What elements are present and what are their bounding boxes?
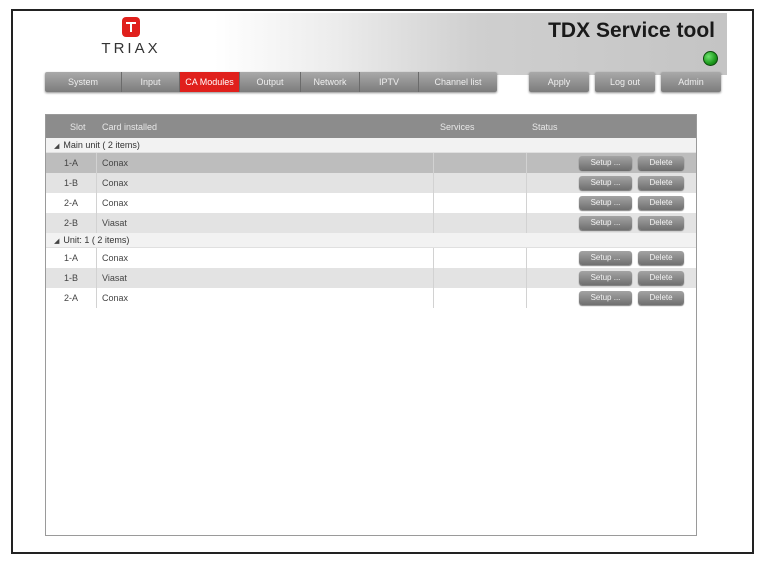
setup-button[interactable]: Setup ... [579, 251, 632, 265]
tab-system[interactable]: System [45, 72, 122, 92]
services-cell [435, 213, 527, 233]
table-body: ◢ Main unit ( 2 items) 1-A Conax Setup ... De… [46, 138, 696, 308]
status-led-icon [703, 51, 718, 66]
services-cell [435, 153, 527, 173]
card-cell: Viasat [97, 213, 434, 233]
collapse-triangle-icon[interactable]: ◢ [54, 143, 59, 150]
col-status[interactable]: Status [532, 122, 558, 132]
services-cell [435, 288, 527, 308]
services-cell [435, 193, 527, 213]
slot-cell: 1-B [46, 268, 97, 288]
services-cell [435, 268, 527, 288]
services-cell [435, 173, 527, 193]
ca-modules-table: Slot Card installed Services Status ◢ Mai… [45, 114, 697, 536]
col-services[interactable]: Services [440, 122, 475, 132]
table-row[interactable]: 1-A Conax Setup ... Delete [46, 153, 696, 173]
card-cell: Viasat [97, 268, 434, 288]
slot-cell: 2-B [46, 213, 97, 233]
card-cell: Conax [97, 288, 434, 308]
apply-button[interactable]: Apply [529, 72, 589, 92]
setup-button[interactable]: Setup ... [579, 216, 632, 230]
tab-output[interactable]: Output [240, 72, 301, 92]
group-header[interactable]: ◢ Main unit ( 2 items) [46, 138, 696, 153]
setup-button[interactable]: Setup ... [579, 196, 632, 210]
tab-network[interactable]: Network [301, 72, 360, 92]
table-row[interactable]: 1-B Viasat Setup ... Delete [46, 268, 696, 288]
triax-logo-icon [122, 17, 140, 37]
delete-button[interactable]: Delete [638, 156, 684, 170]
table-header: Slot Card installed Services Status [46, 115, 696, 138]
col-slot[interactable]: Slot [70, 122, 86, 132]
group-header[interactable]: ◢ Unit: 1 ( 2 items) [46, 233, 696, 248]
row-actions: Setup ... Delete [576, 268, 696, 288]
delete-button[interactable]: Delete [638, 271, 684, 285]
row-actions: Setup ... Delete [576, 213, 696, 233]
row-actions: Setup ... Delete [576, 173, 696, 193]
row-actions: Setup ... Delete [576, 248, 696, 268]
delete-button[interactable]: Delete [638, 251, 684, 265]
row-actions: Setup ... Delete [576, 153, 696, 173]
delete-button[interactable]: Delete [638, 176, 684, 190]
delete-button[interactable]: Delete [638, 196, 684, 210]
setup-button[interactable]: Setup ... [579, 176, 632, 190]
services-cell [435, 248, 527, 268]
slot-cell: 1-B [46, 173, 97, 193]
table-row[interactable]: 1-A Conax Setup ... Delete [46, 248, 696, 268]
card-cell: Conax [97, 173, 434, 193]
slot-cell: 2-A [46, 288, 97, 308]
table-row[interactable]: 2-B Viasat Setup ... Delete [46, 213, 696, 233]
row-actions: Setup ... Delete [576, 193, 696, 213]
triax-logo: TRIAX [91, 17, 171, 57]
delete-button[interactable]: Delete [638, 216, 684, 230]
group-label: Main unit ( 2 items) [63, 140, 140, 150]
tab-input[interactable]: Input [122, 72, 180, 92]
main-nav: System Input CA Modules Output Network I… [45, 72, 497, 92]
group-label: Unit: 1 ( 2 items) [63, 235, 130, 245]
tab-channel-list[interactable]: Channel list [419, 72, 497, 92]
setup-button[interactable]: Setup ... [579, 291, 632, 305]
delete-button[interactable]: Delete [638, 291, 684, 305]
col-card-installed[interactable]: Card installed [102, 122, 157, 132]
tab-ca-modules[interactable]: CA Modules [180, 72, 240, 92]
card-cell: Conax [97, 193, 434, 213]
slot-cell: 2-A [46, 193, 97, 213]
setup-button[interactable]: Setup ... [579, 156, 632, 170]
card-cell: Conax [97, 153, 434, 173]
action-nav: Apply Log out Admin [529, 72, 721, 92]
table-row[interactable]: 2-A Conax Setup ... Delete [46, 288, 696, 308]
slot-cell: 1-A [46, 248, 97, 268]
card-cell: Conax [97, 248, 434, 268]
setup-button[interactable]: Setup ... [579, 271, 632, 285]
collapse-triangle-icon[interactable]: ◢ [54, 238, 59, 245]
log-out-button[interactable]: Log out [595, 72, 655, 92]
app-title: TDX Service tool [548, 19, 715, 42]
slot-cell: 1-A [46, 153, 97, 173]
row-actions: Setup ... Delete [576, 288, 696, 308]
table-row[interactable]: 1-B Conax Setup ... Delete [46, 173, 696, 193]
tab-iptv[interactable]: IPTV [360, 72, 419, 92]
table-row[interactable]: 2-A Conax Setup ... Delete [46, 193, 696, 213]
logo-text: TRIAX [101, 40, 161, 57]
admin-button[interactable]: Admin [661, 72, 721, 92]
